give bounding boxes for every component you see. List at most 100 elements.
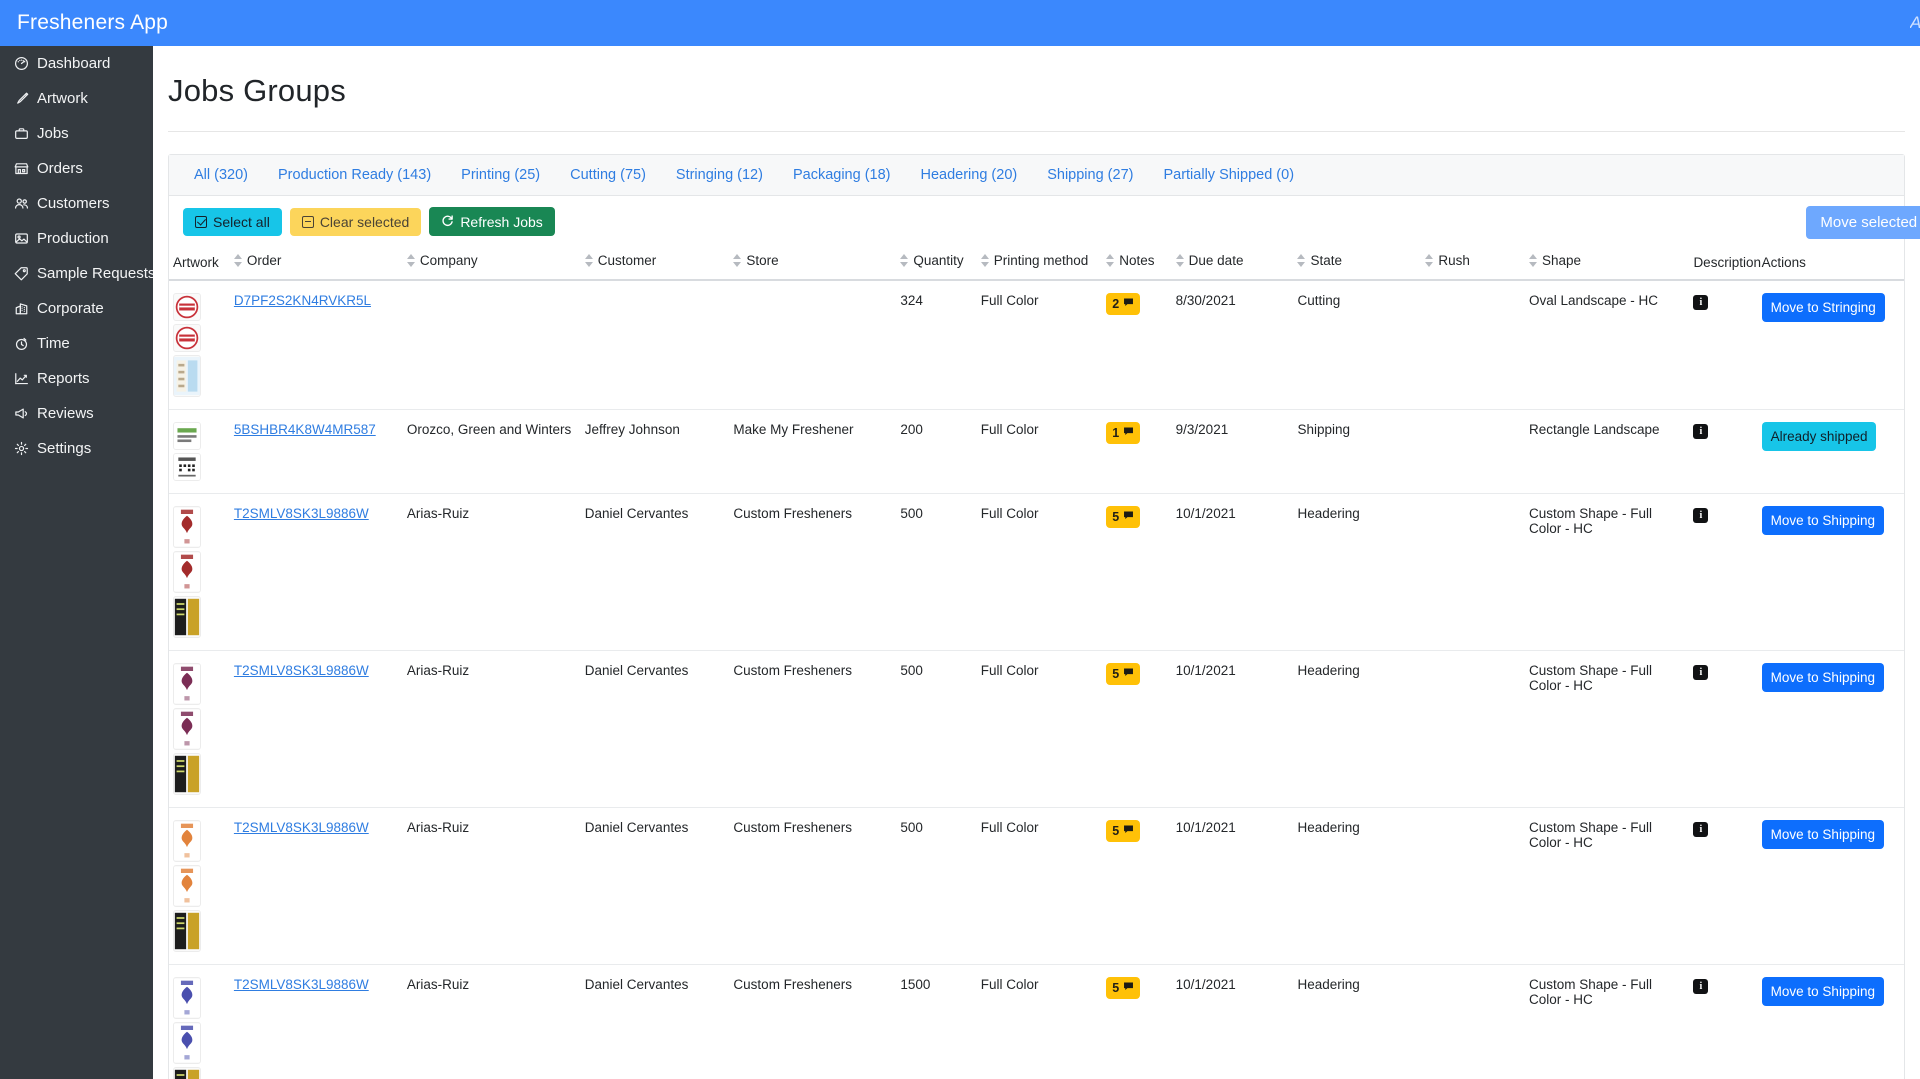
order-link[interactable]: T2SMLV8SK3L9886W	[234, 663, 369, 678]
artwork-thumbnail[interactable]	[173, 324, 201, 352]
order-link[interactable]: T2SMLV8SK3L9886W	[234, 977, 369, 992]
tab-packaging[interactable]: Packaging (18)	[778, 167, 906, 183]
chart-line-icon	[13, 371, 29, 387]
table-row[interactable]: T2SMLV8SK3L9886W Arias-Ruiz Daniel Cerva…	[169, 807, 1904, 965]
cell-notes: 5	[1102, 493, 1172, 651]
tab-headering[interactable]: Headering (20)	[905, 167, 1032, 183]
tab-production-ready[interactable]: Production Ready (143)	[263, 167, 446, 183]
tab-all[interactable]: All (320)	[179, 167, 263, 183]
artwork-thumbnail[interactable]	[173, 977, 201, 1019]
users-icon	[13, 196, 29, 212]
cell-printing-method: Full Color	[976, 493, 1103, 651]
clear-selected-button[interactable]: Clear selected	[289, 207, 422, 236]
order-link[interactable]: T2SMLV8SK3L9886W	[234, 506, 369, 521]
artwork-thumbnail[interactable]	[173, 865, 201, 907]
artwork-thumbnail[interactable]	[173, 820, 201, 862]
tab-cutting[interactable]: Cutting (75)	[555, 167, 661, 183]
notes-badge[interactable]: 1	[1106, 422, 1141, 444]
select-all-button[interactable]: Select all	[183, 207, 282, 236]
order-link[interactable]: D7PF2S2KN4RVKR5L	[234, 293, 371, 308]
cell-artwork	[169, 493, 230, 651]
artwork-thumbnail[interactable]	[173, 596, 201, 638]
artwork-thumbnail[interactable]	[173, 708, 201, 750]
row-action-button[interactable]: Move to Stringing	[1761, 293, 1885, 322]
sidebar-item-production[interactable]: Production	[0, 221, 153, 256]
column-header-printing-method[interactable]: Printing method	[976, 247, 1103, 281]
notes-badge[interactable]: 5	[1106, 977, 1141, 999]
row-action-button[interactable]: Move to Shipping	[1761, 820, 1884, 849]
refresh-jobs-button[interactable]: Refresh Jobs	[429, 207, 555, 236]
artwork-thumbnail[interactable]	[173, 506, 201, 548]
artwork-thumbnail[interactable]	[173, 422, 201, 450]
sidebar-item-reports[interactable]: Reports	[0, 361, 153, 396]
column-header-due-date[interactable]: Due date	[1171, 247, 1294, 281]
cell-store: Custom Fresheners	[729, 493, 897, 651]
sidebar-item-time[interactable]: Time	[0, 326, 153, 361]
sidebar-item-dashboard[interactable]: Dashboard	[0, 46, 153, 81]
column-header-quantity[interactable]: Quantity	[896, 247, 977, 281]
cell-description: i	[1689, 964, 1758, 1079]
tab-stringing[interactable]: Stringing (12)	[661, 167, 778, 183]
row-action-button[interactable]: Already shipped	[1761, 422, 1877, 451]
notes-badge[interactable]: 5	[1106, 820, 1141, 842]
column-header-rush[interactable]: Rush	[1421, 247, 1525, 281]
table-row[interactable]: T2SMLV8SK3L9886W Arias-Ruiz Daniel Cerva…	[169, 650, 1904, 808]
column-header-label: Company	[419, 253, 478, 268]
sidebar-item-settings[interactable]: Settings	[0, 431, 153, 466]
row-action-button[interactable]: Move to Shipping	[1761, 977, 1884, 1006]
info-icon[interactable]: i	[1693, 424, 1709, 439]
cell-order: T2SMLV8SK3L9886W	[229, 807, 403, 965]
move-selected-to-next-state-button[interactable]: Move selected to next s	[1806, 206, 1920, 239]
order-link[interactable]: T2SMLV8SK3L9886W	[234, 820, 369, 835]
artwork-thumbnail[interactable]	[173, 293, 201, 321]
storefront-icon	[13, 161, 29, 177]
cell-due-date: 10/1/2021	[1171, 807, 1294, 965]
sidebar-item-corporate[interactable]: Corporate	[0, 291, 153, 326]
sidebar-item-orders[interactable]: Orders	[0, 151, 153, 186]
app-brand[interactable]: Fresheners App	[0, 11, 168, 35]
artwork-thumbnail[interactable]	[173, 453, 201, 481]
account-menu-stub[interactable]: A	[1910, 13, 1920, 33]
cell-state: Headering	[1293, 807, 1422, 965]
info-icon[interactable]: i	[1693, 295, 1709, 310]
artwork-thumbnail[interactable]	[173, 1022, 201, 1064]
sort-icon	[584, 254, 593, 267]
artwork-thumbnail[interactable]	[173, 551, 201, 593]
artwork-thumbnail[interactable]	[173, 910, 201, 952]
tab-partially-shipped[interactable]: Partially Shipped (0)	[1148, 167, 1309, 183]
table-row[interactable]: D7PF2S2KN4RVKR5L 324 Full Color 2 8/30/2…	[169, 280, 1904, 410]
column-header-shape[interactable]: Shape	[1524, 247, 1690, 281]
info-icon[interactable]: i	[1693, 508, 1709, 523]
row-action-button[interactable]: Move to Shipping	[1761, 663, 1884, 692]
column-header-store[interactable]: Store	[729, 247, 897, 281]
cell-state: Headering	[1293, 650, 1422, 808]
tab-shipping[interactable]: Shipping (27)	[1032, 167, 1148, 183]
artwork-thumbnail[interactable]	[173, 663, 201, 705]
table-row[interactable]: T2SMLV8SK3L9886W Arias-Ruiz Daniel Cerva…	[169, 493, 1904, 651]
sidebar-item-customers[interactable]: Customers	[0, 186, 153, 221]
artwork-thumbnail[interactable]	[173, 1067, 201, 1079]
tab-printing[interactable]: Printing (25)	[446, 167, 555, 183]
sidebar-item-reviews[interactable]: Reviews	[0, 396, 153, 431]
cell-state: Shipping	[1293, 409, 1422, 494]
notes-badge[interactable]: 2	[1106, 293, 1141, 315]
info-icon[interactable]: i	[1693, 979, 1709, 994]
column-header-customer[interactable]: Customer	[580, 247, 730, 281]
info-icon[interactable]: i	[1693, 822, 1709, 837]
notes-badge[interactable]: 5	[1106, 506, 1141, 528]
table-row[interactable]: 5BSHBR4K8W4MR587 Orozco, Green and Winte…	[169, 409, 1904, 494]
column-header-order[interactable]: Order	[229, 247, 403, 281]
notes-badge[interactable]: 5	[1106, 663, 1141, 685]
sidebar-item-artwork[interactable]: Artwork	[0, 81, 153, 116]
sidebar-item-sample-requests[interactable]: Sample Requests	[0, 256, 155, 291]
order-link[interactable]: 5BSHBR4K8W4MR587	[234, 422, 376, 437]
artwork-thumbnail[interactable]	[173, 355, 201, 397]
column-header-state[interactable]: State	[1293, 247, 1422, 281]
table-row[interactable]: T2SMLV8SK3L9886W Arias-Ruiz Daniel Cerva…	[169, 964, 1904, 1079]
info-icon[interactable]: i	[1693, 665, 1709, 680]
column-header-company[interactable]: Company	[402, 247, 581, 281]
sidebar-item-jobs[interactable]: Jobs	[0, 116, 153, 151]
column-header-notes[interactable]: Notes	[1102, 247, 1172, 281]
artwork-thumbnail[interactable]	[173, 753, 201, 795]
row-action-button[interactable]: Move to Shipping	[1761, 506, 1884, 535]
